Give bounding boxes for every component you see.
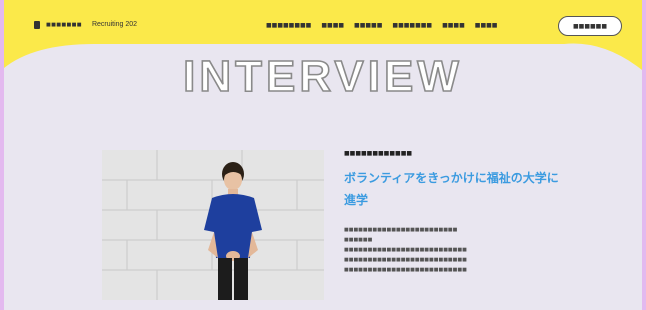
body-line-2: ■■■■■■ — [344, 237, 373, 243]
main-nav: ■■■■■■■■ ■■■■ ■■■■■ ■■■■■■■ ■■■■ ■■■■ — [266, 22, 497, 29]
top-navigation-bar: ■■■■■■■ Recruiting 202 ■■■■■■■■ ■■■■ ■■■… — [4, 14, 642, 40]
nav-item-4[interactable]: ■■■■■■■ — [392, 22, 432, 29]
nav-item-5[interactable]: ■■■■ — [442, 22, 465, 29]
nav-item-6[interactable]: ■■■■ — [475, 22, 498, 29]
interview-headline[interactable]: ボランティアをきっかけに福祉の大学に進学 — [344, 167, 564, 211]
interview-text: ■■■■■■■■■■■■ ボランティアをきっかけに福祉の大学に進学 ■■■■■■… — [344, 150, 574, 275]
person-figure — [204, 162, 262, 300]
nav-item-1[interactable]: ■■■■■■■■ — [266, 22, 311, 29]
frame-right-edge — [642, 0, 646, 310]
body-line-4: ■■■■■■■■■■■■■■■■■■■■■■■■■■ — [344, 257, 467, 263]
site-logo[interactable]: ■■■■■■■ Recruiting 202 — [34, 20, 137, 29]
nav-item-3[interactable]: ■■■■■ — [354, 22, 382, 29]
entry-button[interactable]: ■■■■■■ — [558, 16, 622, 36]
interview-body: ■■■■■■■■■■■■■■■■■■■■■■■■ ■■■■■■ ■■■■■■■■… — [344, 225, 566, 275]
person-meta: ■■■■■■■■■■■■ — [344, 150, 413, 157]
logo-subtitle: Recruiting 202 — [91, 21, 138, 28]
body-line-5: ■■■■■■■■■■■■■■■■■■■■■■■■■■ — [344, 267, 467, 273]
page-title: INTERVIEW — [182, 51, 463, 102]
logo-text: ■■■■■■■ — [46, 20, 82, 29]
interview-photo — [102, 150, 324, 300]
logo-mark-icon — [34, 20, 40, 29]
body-line-1: ■■■■■■■■■■■■■■■■■■■■■■■■ — [344, 227, 458, 233]
nav-item-2[interactable]: ■■■■ — [321, 22, 344, 29]
body-line-3: ■■■■■■■■■■■■■■■■■■■■■■■■■■ — [344, 247, 467, 253]
